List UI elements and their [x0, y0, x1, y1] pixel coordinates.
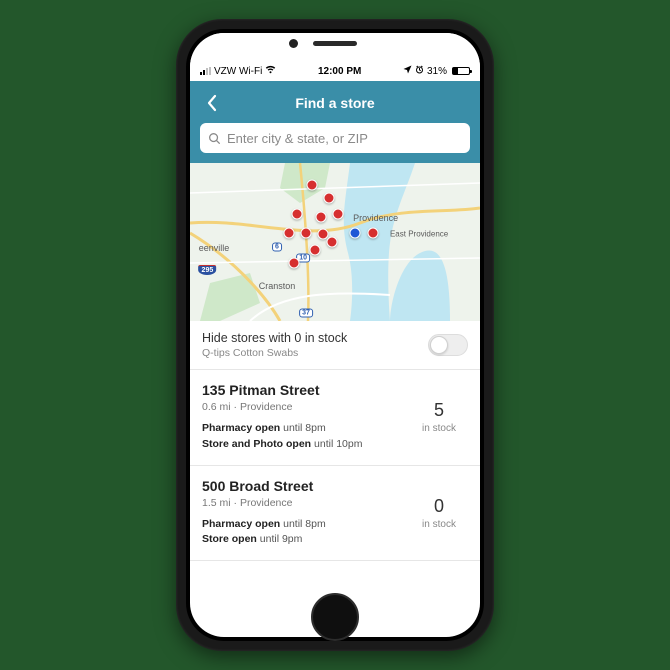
store-name: 500 Broad Street	[202, 478, 402, 494]
hours-pharmacy-until: until 8pm	[283, 422, 326, 434]
map-pin[interactable]	[301, 227, 312, 238]
stock-label: in stock	[410, 519, 468, 530]
signal-icon	[200, 67, 211, 75]
store-meta: 1.5 mi · Providence	[202, 497, 402, 509]
store-city: Providence	[240, 401, 293, 413]
filter-toggle[interactable]	[428, 334, 468, 356]
search-field[interactable]	[200, 123, 470, 153]
hours-pharmacy-label: Pharmacy open	[202, 422, 280, 434]
map-pin[interactable]	[327, 237, 338, 248]
map-pin[interactable]	[289, 257, 300, 268]
hours-pharmacy-until: until 8pm	[283, 518, 326, 530]
phone-speaker	[313, 41, 357, 46]
page-title: Find a store	[200, 95, 470, 111]
store-row[interactable]: 500 Broad Street 1.5 mi · Providence Pha…	[190, 466, 480, 562]
hours-store-until: until 10pm	[314, 438, 362, 450]
location-icon	[403, 65, 412, 77]
stock-count: 5	[410, 400, 468, 421]
carrier-label: VZW Wi-Fi	[214, 66, 262, 77]
map-pin[interactable]	[292, 208, 303, 219]
map[interactable]: Providence East Providence Cranston eenv…	[190, 163, 480, 321]
stock-box: 0 in stock	[410, 496, 468, 530]
map-label-eenville: eenville	[199, 243, 230, 253]
toggle-knob	[430, 336, 448, 354]
map-pin[interactable]	[324, 192, 335, 203]
hours-store-until: until 9pm	[260, 533, 303, 545]
wifi-icon	[265, 65, 276, 77]
filter-title: Hide stores with 0 in stock	[202, 331, 420, 345]
map-pin[interactable]	[315, 211, 326, 222]
route-shield-ri37: 37	[299, 309, 313, 318]
map-pin[interactable]	[309, 244, 320, 255]
map-pin-current[interactable]	[350, 227, 361, 238]
stock-box: 5 in stock	[410, 400, 468, 434]
route-shield-i295: 295	[199, 265, 217, 275]
home-button[interactable]	[311, 593, 359, 641]
hours-store-label: Store and Photo open	[202, 438, 311, 450]
search-input[interactable]	[227, 131, 462, 146]
filter-row: Hide stores with 0 in stock Q-tips Cotto…	[190, 321, 480, 370]
store-distance: 1.5 mi	[202, 497, 231, 509]
map-pin[interactable]	[332, 208, 343, 219]
battery-pct: 31%	[427, 66, 447, 77]
hours-pharmacy-label: Pharmacy open	[202, 518, 280, 530]
store-distance: 0.6 mi	[202, 401, 231, 413]
store-hours: Pharmacy open until 8pm Store open until…	[202, 517, 402, 549]
store-hours: Pharmacy open until 8pm Store and Photo …	[202, 421, 402, 453]
search-icon	[208, 132, 221, 145]
store-city: Providence	[240, 497, 293, 509]
map-pin[interactable]	[283, 227, 294, 238]
map-label-providence: Providence	[353, 213, 398, 223]
phone-camera	[289, 39, 298, 48]
stock-count: 0	[410, 496, 468, 517]
screen: VZW Wi-Fi 12:00 PM 31%	[190, 33, 480, 637]
chevron-left-icon	[206, 94, 217, 112]
stock-label: in stock	[410, 423, 468, 434]
back-button[interactable]	[202, 94, 220, 112]
route-shield-us6: 6	[272, 242, 282, 251]
phone-frame: VZW Wi-Fi 12:00 PM 31%	[176, 19, 494, 651]
status-time: 12:00 PM	[318, 66, 361, 77]
app-header: Find a store	[190, 81, 480, 163]
battery-icon	[452, 67, 470, 75]
filter-subtitle: Q-tips Cotton Swabs	[202, 347, 420, 359]
map-label-cranston: Cranston	[259, 281, 296, 291]
store-name: 135 Pitman Street	[202, 382, 402, 398]
store-row[interactable]: 135 Pitman Street 0.6 mi · Providence Ph…	[190, 370, 480, 466]
phone-bezel: VZW Wi-Fi 12:00 PM 31%	[186, 29, 484, 641]
alarm-icon	[415, 65, 424, 77]
map-label-east-providence: East Providence	[390, 230, 448, 239]
store-meta: 0.6 mi · Providence	[202, 401, 402, 413]
map-pin[interactable]	[367, 227, 378, 238]
map-pin[interactable]	[306, 180, 317, 191]
hours-store-label: Store open	[202, 533, 257, 545]
